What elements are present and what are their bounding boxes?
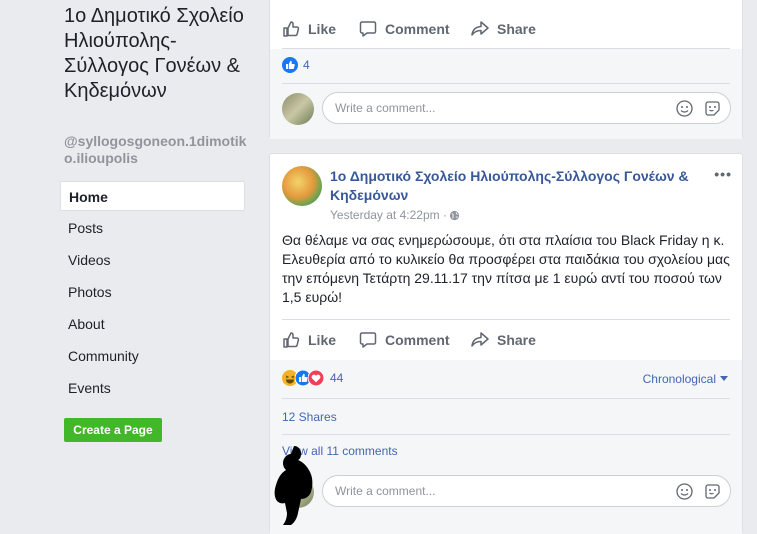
divider <box>282 398 730 399</box>
page-sidebar: 1ο Δημοτικό Σχολείο Ηλιούπολης-Σύλλογος … <box>0 0 255 525</box>
nav-item-community[interactable]: Community <box>60 341 245 371</box>
page-username[interactable]: @syllogosgoneon.1dimotiko.ilioupolis <box>64 133 249 167</box>
comment-button[interactable]: Comment <box>359 13 450 45</box>
comment-label: Comment <box>385 332 450 348</box>
comment-placeholder: Write a comment... <box>335 101 436 115</box>
user-avatar[interactable] <box>282 93 314 125</box>
divider <box>282 83 730 84</box>
divider <box>282 319 730 320</box>
nav-item-about[interactable]: About <box>60 309 245 339</box>
page-title[interactable]: 1ο Δημοτικό Σχολείο Ηλιούπολης-Σύλλογος … <box>64 4 249 104</box>
like-button[interactable]: Like <box>282 13 336 45</box>
chevron-down-icon <box>720 376 728 381</box>
page-avatar[interactable] <box>282 166 322 206</box>
post-card: 1ο Δημοτικό Σχολείο Ηλιούπολης-Σύλλογος … <box>269 153 743 534</box>
thumbs-up-icon <box>283 21 300 37</box>
nav-item-videos[interactable]: Videos <box>60 245 245 275</box>
share-icon <box>471 21 489 36</box>
more-options-icon[interactable]: ••• <box>714 166 732 182</box>
like-button[interactable]: Like <box>282 324 336 356</box>
comment-icon <box>359 332 377 348</box>
emoji-icon[interactable] <box>676 483 693 500</box>
comments-area: 4 Write a comment... <box>270 49 742 139</box>
emoji-icon[interactable] <box>676 100 693 117</box>
silhouette-overlay <box>274 446 313 525</box>
post-time-label: Yesterday at 4:22pm · <box>330 208 447 222</box>
post-actions: Like Comment Share <box>270 13 742 45</box>
post-timestamp[interactable]: Yesterday at 4:22pm · <box>330 208 460 222</box>
like-reaction-icon <box>282 57 298 73</box>
sticker-icon[interactable] <box>704 483 721 500</box>
sticker-icon[interactable] <box>704 100 721 117</box>
sort-comments-dropdown[interactable]: Chronological <box>643 372 728 386</box>
reaction-summary[interactable]: 44 <box>282 370 343 386</box>
thumbs-up-icon <box>283 332 300 348</box>
comment-composer: Write a comment... <box>270 89 742 129</box>
share-button[interactable]: Share <box>471 13 536 45</box>
post-author[interactable]: 1ο Δημοτικό Σχολείο Ηλιούπολης-Σύλλογος … <box>330 167 710 205</box>
share-icon <box>471 332 489 347</box>
reaction-count: 44 <box>330 371 344 385</box>
comment-input[interactable]: Write a comment... <box>322 92 731 124</box>
post-card: Like Comment Share 4 Write a comment... <box>269 0 743 139</box>
comments-area: 44 Chronological 12 Shares View all 11 c… <box>270 360 742 534</box>
comment-button[interactable]: Comment <box>359 324 450 356</box>
nav-item-photos[interactable]: Photos <box>60 277 245 307</box>
page-nav: Home Posts Videos Photos About Community… <box>60 181 245 405</box>
like-label: Like <box>308 332 337 348</box>
comment-composer: Write a comment... <box>270 472 742 512</box>
create-page-button[interactable]: Create a Page <box>64 418 162 442</box>
globe-icon <box>449 210 460 220</box>
share-label: Share <box>497 332 536 348</box>
like-label: Like <box>308 21 337 37</box>
post-actions: Like Comment Share <box>270 324 742 356</box>
comment-input[interactable]: Write a comment... <box>322 475 731 507</box>
comment-icon <box>359 21 377 37</box>
comment-label: Comment <box>385 21 450 37</box>
shares-link[interactable]: 12 Shares <box>282 410 337 424</box>
nav-item-posts[interactable]: Posts <box>60 213 245 243</box>
share-label: Share <box>497 21 536 37</box>
comment-placeholder: Write a comment... <box>335 484 436 498</box>
nav-item-events[interactable]: Events <box>60 373 245 403</box>
nav-item-home[interactable]: Home <box>60 181 245 211</box>
post-text: Θα θέλαμε να σας ενημερώσουμε, ότι στα π… <box>282 232 730 305</box>
sort-label: Chronological <box>642 372 716 386</box>
reaction-count: 4 <box>303 58 310 72</box>
love-reaction-icon <box>308 370 324 386</box>
divider <box>282 434 730 435</box>
share-button[interactable]: Share <box>471 324 536 356</box>
reaction-summary[interactable]: 4 <box>282 57 310 73</box>
